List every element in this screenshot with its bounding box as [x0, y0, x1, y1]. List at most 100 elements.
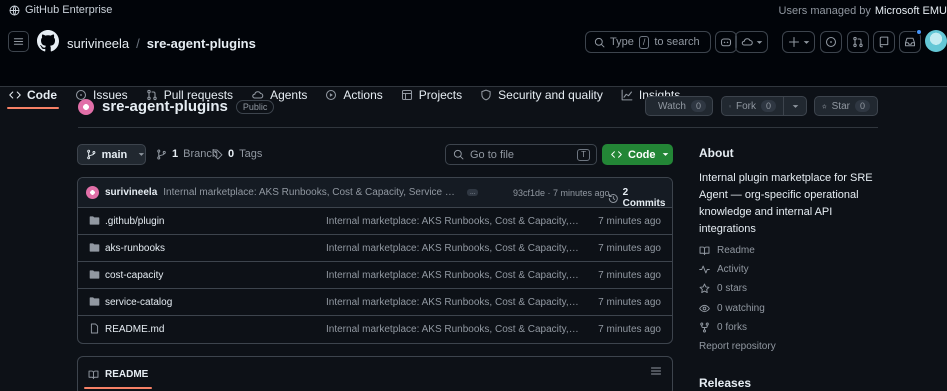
readme-tab[interactable]: README — [84, 362, 153, 389]
breadcrumb-owner[interactable]: surivineela — [67, 36, 129, 51]
file-row[interactable]: README.md Internal marketplace: AKS Runb… — [78, 316, 672, 343]
about-heading: About — [699, 146, 734, 160]
fork-button[interactable]: Fork 0 — [721, 96, 784, 116]
code-button[interactable]: Code — [602, 144, 673, 165]
sidebar-activity-link[interactable]: Activity — [699, 264, 749, 275]
tag-count: 0 — [228, 148, 235, 160]
sidebar-watching-link[interactable]: 0 watching — [699, 303, 765, 314]
github-logo[interactable] — [37, 30, 59, 52]
file-commit-message[interactable]: Internal marketplace: AKS Runbooks, Cost… — [326, 297, 580, 308]
shield-icon — [481, 89, 491, 100]
user-avatar[interactable] — [925, 30, 947, 52]
copilot-icon — [720, 38, 732, 47]
fork-label: Fork — [735, 100, 756, 112]
fork-icon — [729, 105, 731, 107]
star-button[interactable]: Star 0 — [814, 96, 878, 116]
releases-heading[interactable]: Releases — [699, 376, 751, 390]
outline-icon[interactable] — [650, 365, 662, 377]
fork-menu-button[interactable] — [783, 96, 807, 116]
branches-link[interactable]: 1 Branch — [156, 148, 218, 160]
breadcrumb-repo[interactable]: sre-agent-plugins — [147, 36, 256, 51]
tab-label: Agents — [270, 87, 308, 102]
file-row[interactable]: aks-runbooks Internal marketplace: AKS R… — [78, 235, 672, 262]
cloud-icon — [741, 38, 753, 46]
breadcrumb: surivineela / sre-agent-plugins — [67, 36, 256, 51]
watch-label: Watch — [658, 100, 686, 112]
chevron-down-icon — [803, 40, 809, 44]
graph-icon — [621, 89, 633, 100]
chevron-down-icon — [792, 104, 798, 108]
inbox-icon — [904, 37, 916, 47]
sidebar-readme-link[interactable]: Readme — [699, 245, 755, 256]
commit-author[interactable]: surivineela — [105, 187, 157, 198]
commit-expand-button[interactable]: ... — [467, 189, 479, 196]
tab-security[interactable]: Security and quality — [471, 81, 612, 108]
commits-label: 2 Commits — [622, 187, 666, 209]
go-to-file-shortcut: T — [577, 149, 590, 161]
watch-button[interactable]: Watch 0 — [645, 96, 713, 116]
file-commit-message[interactable]: Internal marketplace: AKS Runbooks, Cost… — [326, 216, 580, 227]
pulse-icon — [699, 265, 710, 274]
issues-button[interactable] — [820, 31, 842, 53]
plus-icon — [788, 36, 799, 48]
tab-code[interactable]: Code — [0, 81, 66, 109]
tags-link[interactable]: 0 Tags — [212, 148, 262, 160]
repo-owner-avatar[interactable] — [78, 98, 94, 115]
file-commit-message[interactable]: Internal marketplace: AKS Runbooks, Cost… — [326, 324, 580, 335]
sidebar-forks-link[interactable]: 0 forks — [699, 322, 747, 333]
folder-icon — [89, 270, 100, 279]
copilot-button[interactable] — [715, 31, 737, 53]
tab-projects[interactable]: Projects — [392, 81, 471, 108]
commit-author-avatar[interactable] — [86, 186, 99, 199]
star-icon — [699, 283, 710, 294]
star-count: 0 — [854, 100, 870, 112]
sidebar-stars-link[interactable]: 0 stars — [699, 283, 747, 294]
file-row[interactable]: service-catalog Internal marketplace: AK… — [78, 289, 672, 316]
globe-icon — [9, 5, 20, 15]
file-name[interactable]: .github/plugin — [105, 216, 165, 227]
search-text: Type — [610, 36, 634, 48]
report-repository-link[interactable]: Report repository — [699, 341, 776, 352]
repo-name[interactable]: sre-agent-plugins — [102, 98, 228, 115]
file-name[interactable]: service-catalog — [105, 297, 172, 308]
search-input[interactable]: Type / to search — [585, 31, 711, 53]
branch-selector[interactable]: main — [77, 144, 146, 165]
create-new-button[interactable] — [782, 31, 815, 53]
commits-link[interactable]: 2 Commits — [608, 187, 672, 209]
repositories-button[interactable] — [873, 31, 895, 53]
file-icon — [90, 323, 99, 334]
enterprise-banner: GitHub Enterprise Users managed by Micros… — [0, 0, 947, 21]
copilot-menu-button[interactable] — [735, 31, 768, 53]
notification-dot — [916, 29, 922, 35]
file-time: 7 minutes ago — [598, 324, 661, 335]
issue-icon — [825, 36, 837, 48]
file-row[interactable]: cost-capacity Internal marketplace: AKS … — [78, 262, 672, 289]
file-commit-message[interactable]: Internal marketplace: AKS Runbooks, Cost… — [326, 270, 580, 281]
folder-icon — [89, 216, 100, 225]
sidebar-activity-label: Activity — [717, 264, 749, 275]
commit-message[interactable]: Internal marketplace: AKS Runbooks, Cost… — [163, 187, 457, 198]
folder-icon — [89, 297, 100, 306]
enterprise-title: GitHub Enterprise — [25, 4, 113, 16]
go-to-file-input[interactable]: Go to file T — [445, 144, 597, 165]
tab-label: Actions — [343, 87, 383, 102]
fork-icon — [700, 322, 709, 333]
pull-requests-button[interactable] — [847, 31, 869, 53]
file-time: 7 minutes ago — [598, 270, 661, 281]
file-commit-message[interactable]: Internal marketplace: AKS Runbooks, Cost… — [326, 243, 580, 254]
commit-hash-time[interactable]: 93cf1de · 7 minutes ago — [513, 188, 610, 198]
sidebar-forks-label: 0 forks — [717, 322, 748, 333]
file-name[interactable]: aks-runbooks — [105, 243, 165, 254]
managed-by-org[interactable]: Microsoft EMU — [875, 5, 947, 17]
branch-icon — [87, 149, 96, 160]
readme-tab-label: README — [105, 368, 149, 380]
book-icon — [88, 370, 99, 379]
file-name[interactable]: README.md — [105, 324, 164, 335]
chevron-down-icon — [662, 153, 668, 156]
file-row[interactable]: .github/plugin Internal marketplace: AKS… — [78, 208, 672, 235]
tab-label: Security and quality — [498, 87, 603, 102]
menu-button[interactable] — [8, 31, 29, 52]
enterprise-label[interactable]: GitHub Enterprise — [9, 4, 112, 16]
tab-actions[interactable]: Actions — [316, 81, 391, 108]
file-name[interactable]: cost-capacity — [105, 270, 163, 281]
